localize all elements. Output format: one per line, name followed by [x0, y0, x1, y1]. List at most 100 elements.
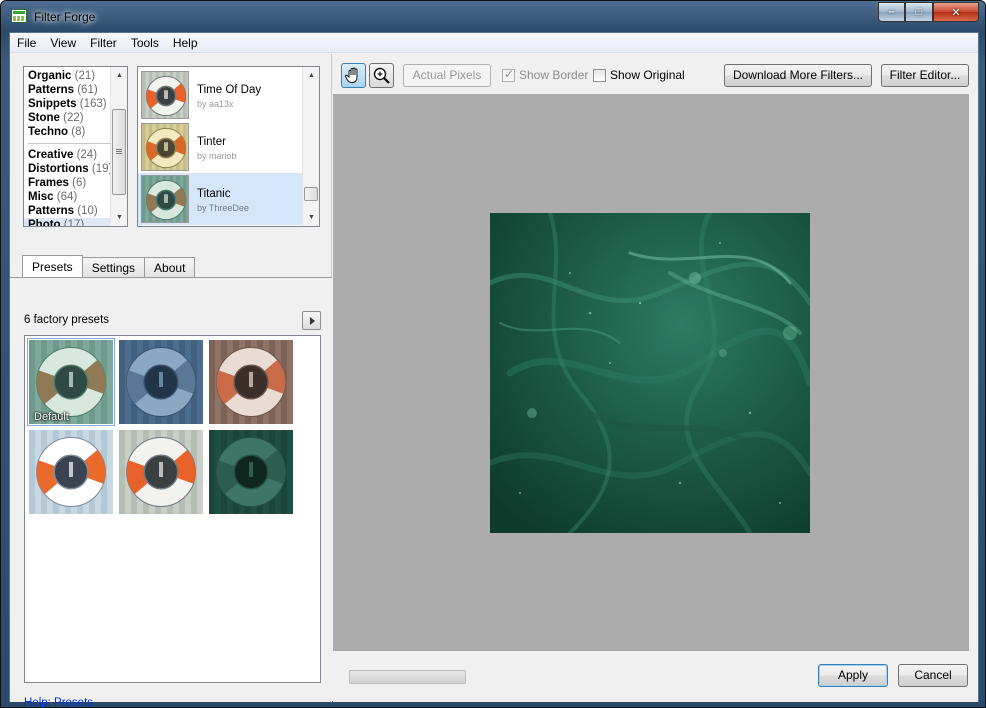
menu-help[interactable]: Help: [166, 33, 205, 53]
category-count: (6): [68, 177, 87, 189]
preset-image: [209, 340, 293, 424]
maximize-icon: □: [915, 6, 923, 18]
window-controls: – □ ✕: [878, 2, 979, 22]
show-border-checkbox[interactable]: ✓ Show Border: [502, 66, 589, 82]
zoom-tool-button[interactable]: [369, 63, 394, 88]
zoom-in-icon: [373, 67, 390, 84]
category-count: (17): [60, 219, 85, 227]
category-list[interactable]: Organic (21) Patterns (61) Snippets (163) S…: [23, 66, 128, 227]
preset-grid: Default: [24, 335, 321, 683]
preset-image: [119, 340, 203, 424]
category-name: Stone: [28, 112, 60, 124]
client-area: File View Filter Tools Help Organic (21)…: [9, 32, 979, 708]
category-count: (163): [76, 98, 107, 110]
filter-author: by ThreeDee: [197, 203, 249, 213]
filter-list-item[interactable]: Titanic by ThreeDee: [138, 173, 303, 225]
category-count: (24): [73, 149, 98, 161]
close-button[interactable]: ✕: [933, 2, 979, 22]
close-icon: ✕: [951, 6, 961, 19]
actual-pixels-button[interactable]: Actual Pixels: [403, 64, 491, 87]
filter-scrollbar[interactable]: ▲ ▼: [302, 67, 319, 226]
hand-tool-button[interactable]: [341, 63, 366, 88]
filter-author: by mariob: [197, 151, 237, 161]
presets-panel: 6 factory presets Default Help: Presets: [10, 278, 332, 708]
preset-thumbnail[interactable]: [28, 429, 114, 515]
category-count: (64): [53, 191, 78, 203]
tab-strip: Presets Settings About: [22, 255, 196, 277]
filter-thumbnail: [141, 71, 189, 119]
preset-label: Default: [34, 411, 69, 423]
left-pane: Organic (21) Patterns (61) Snippets (163) S…: [10, 54, 332, 708]
apply-button[interactable]: Apply: [818, 664, 888, 687]
filter-editor-button[interactable]: Filter Editor...: [881, 64, 969, 87]
show-border-label: Show Border: [519, 68, 589, 82]
category-count: (22): [59, 112, 84, 124]
scroll-up-icon[interactable]: ▲: [303, 67, 319, 84]
minimize-button[interactable]: –: [878, 2, 905, 22]
category-name: Creative: [28, 149, 74, 161]
category-name: Organic: [28, 70, 72, 82]
show-original-label: Show Original: [610, 68, 685, 82]
preview-toolbar: Actual Pixels ✓ Show Border Show Origina…: [333, 54, 978, 94]
category-separator: [28, 139, 123, 144]
preset-thumbnail[interactable]: [208, 429, 294, 515]
category-name: Distortions: [28, 163, 89, 175]
preview-area[interactable]: [333, 94, 969, 651]
scroll-thumb[interactable]: [304, 187, 318, 201]
download-more-filters-button[interactable]: Download More Filters...: [724, 64, 872, 87]
preset-thumbnail[interactable]: Default: [27, 338, 115, 426]
bottom-bar: Apply Cancel: [333, 651, 978, 702]
tab-presets[interactable]: Presets: [22, 255, 83, 277]
preset-image: [209, 430, 293, 514]
play-presets-button[interactable]: [302, 311, 321, 330]
scroll-thumb[interactable]: [112, 109, 126, 195]
category-name: Snippets: [28, 98, 77, 110]
filter-forge-app-icon: [11, 9, 27, 23]
filter-name: Time Of Day: [197, 84, 262, 96]
scroll-down-icon[interactable]: ▼: [111, 209, 127, 226]
category-count: (21): [71, 70, 96, 82]
filter-list[interactable]: Time Of Day by aa13x Tinter by mariob Tita…: [137, 66, 320, 227]
category-name: Patterns: [28, 205, 75, 217]
filter-name: Titanic: [197, 188, 231, 200]
title-bar[interactable]: Filter Forge – □ ✕: [1, 1, 986, 33]
filter-list-item[interactable]: Time Of Day by aa13x: [138, 69, 303, 121]
scroll-up-icon[interactable]: ▲: [111, 67, 127, 84]
preset-thumbnail[interactable]: [118, 429, 204, 515]
minimize-icon: –: [888, 6, 895, 18]
category-name: Misc: [28, 191, 54, 203]
category-count: (19): [88, 163, 113, 175]
menu-filter[interactable]: Filter: [83, 33, 124, 53]
maximize-button[interactable]: □: [905, 2, 933, 22]
filter-name: Tinter: [197, 136, 226, 148]
show-original-check-icon: [593, 68, 606, 82]
show-border-check-icon: ✓: [502, 66, 515, 82]
category-scrollbar[interactable]: ▲ ▼: [110, 67, 127, 226]
category-name: Photo: [28, 219, 61, 227]
scroll-down-icon[interactable]: ▼: [303, 209, 319, 226]
preset-thumbnail[interactable]: [118, 339, 204, 425]
hand-icon: [344, 67, 358, 83]
preset-thumbnail[interactable]: [208, 339, 294, 425]
menu-bar: File View Filter Tools Help: [10, 33, 978, 53]
window-title: Filter Forge: [34, 10, 96, 24]
tab-settings[interactable]: Settings: [81, 257, 146, 277]
filter-thumbnail: [141, 175, 189, 223]
category-name: Techno: [28, 126, 69, 138]
preset-image: [119, 430, 203, 514]
tab-about[interactable]: About: [144, 257, 196, 277]
menu-file[interactable]: File: [10, 33, 43, 53]
filter-list-item[interactable]: Tinter by mariob: [138, 121, 303, 173]
render-progress-bar: [349, 670, 466, 684]
menu-tools[interactable]: Tools: [124, 33, 166, 53]
category-count: (61): [74, 84, 98, 96]
presets-count: 6 factory presets: [24, 314, 110, 326]
preset-image: [29, 430, 113, 514]
filter-author: by aa13x: [197, 99, 234, 109]
window-frame: Filter Forge – □ ✕ File View Filter Tool…: [0, 0, 986, 708]
filtered-preview-image: [490, 213, 810, 533]
help-presets-link[interactable]: Help: Presets: [24, 697, 93, 708]
cancel-button[interactable]: Cancel: [898, 664, 968, 687]
menu-view[interactable]: View: [43, 33, 83, 53]
show-original-checkbox[interactable]: Show Original: [593, 68, 685, 82]
